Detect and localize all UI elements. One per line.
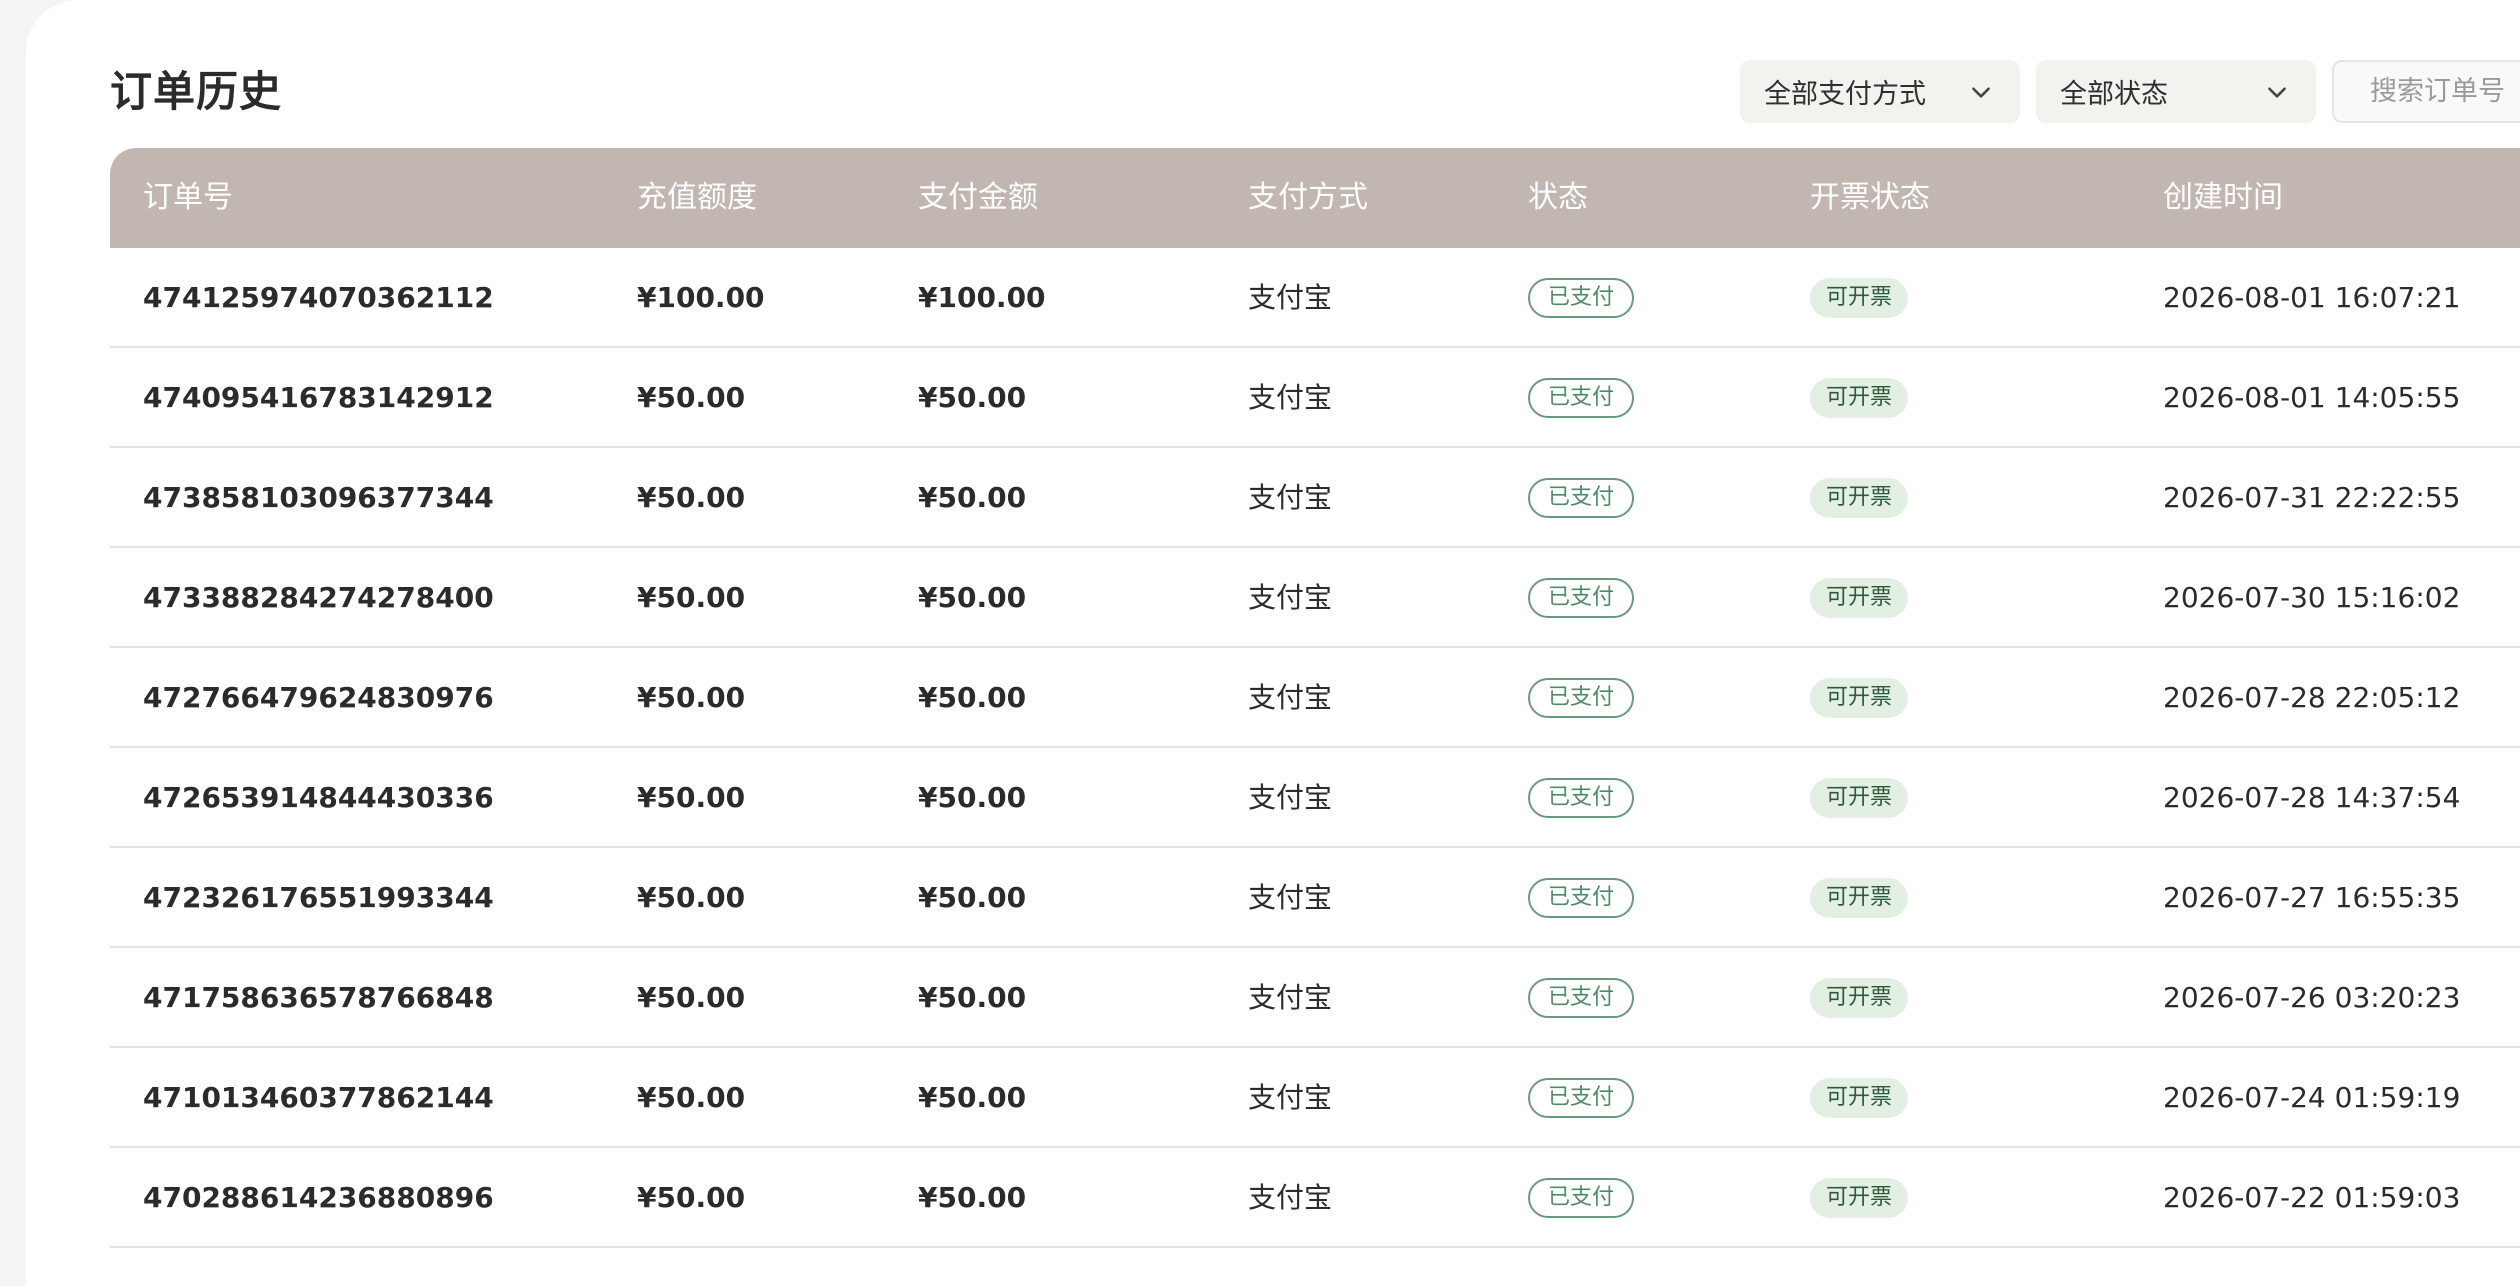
invoice-badge: 可开票 [1810,978,1909,1018]
table-row[interactable]: 473388284274278400 ¥50.00 ¥50.00 支付宝 已支付… [110,548,2520,648]
recharge-cell: ¥50.00 [637,1181,746,1214]
recharge-cell: ¥50.00 [637,481,746,514]
table-row[interactable]: 474095416783142912 ¥50.00 ¥50.00 支付宝 已支付… [110,348,2520,448]
orders-table: 订单号 充值额度 支付金额 支付方式 状态 开票状态 创建时间 47412597… [110,148,2520,1248]
order-id-cell: 471013460377862144 [143,1081,494,1114]
method-cell: 支付宝 [1248,481,1333,514]
table-row[interactable]: 470288614236880896 ¥50.00 ¥50.00 支付宝 已支付… [110,1148,2520,1248]
invoice-badge: 可开票 [1810,1078,1909,1118]
created-cell: 2026-07-26 03:20:23 [2163,981,2461,1014]
order-id-cell: 471758636578766848 [143,981,494,1014]
invoice-badge: 可开票 [1810,1178,1909,1218]
status-badge: 已支付 [1528,378,1635,418]
column-header-invoice: 开票状态 [1810,180,1930,215]
status-badge: 已支付 [1528,878,1635,918]
recharge-cell: ¥50.00 [637,881,746,914]
payment-method-select-value: 全部支付方式 [1764,79,1926,110]
created-cell: 2026-07-30 15:16:02 [2163,581,2461,614]
table-row[interactable]: 474125974070362112 ¥100.00 ¥100.00 支付宝 已… [110,248,2520,348]
status-badge: 已支付 [1528,578,1635,618]
column-header-created: 创建时间 [2163,180,2283,215]
column-header-order-id: 订单号 [143,180,233,215]
orders-card: 订单历史 全部支付方式 全部状态 订单号 充值额度 支付金额 支付方式 状态 开… [26,0,2520,1286]
recharge-cell: ¥100.00 [637,281,765,314]
status-badge: 已支付 [1528,478,1635,518]
table-row[interactable]: 471013460377862144 ¥50.00 ¥50.00 支付宝 已支付… [110,1048,2520,1148]
chevron-down-icon [2268,86,2286,98]
created-cell: 2026-07-24 01:59:19 [2163,1081,2461,1114]
order-id-cell: 474125974070362112 [143,281,494,314]
created-cell: 2026-07-27 16:55:35 [2163,881,2461,914]
order-id-cell: 472326176551993344 [143,881,494,914]
method-cell: 支付宝 [1248,1081,1333,1114]
recharge-cell: ¥50.00 [637,581,746,614]
status-badge: 已支付 [1528,778,1635,818]
method-cell: 支付宝 [1248,381,1333,414]
created-cell: 2026-07-31 22:22:55 [2163,481,2461,514]
search-input[interactable] [2370,71,2520,112]
table-row[interactable]: 471758636578766848 ¥50.00 ¥50.00 支付宝 已支付… [110,948,2520,1048]
status-badge: 已支付 [1528,1078,1635,1118]
amount-cell: ¥50.00 [918,881,1027,914]
status-badge: 已支付 [1528,678,1635,718]
table-row[interactable]: 473858103096377344 ¥50.00 ¥50.00 支付宝 已支付… [110,448,2520,548]
invoice-badge: 可开票 [1810,478,1909,518]
created-cell: 2026-07-22 01:59:03 [2163,1181,2461,1214]
amount-cell: ¥50.00 [918,381,1027,414]
invoice-badge: 可开票 [1810,378,1909,418]
method-cell: 支付宝 [1248,881,1333,914]
recharge-cell: ¥50.00 [637,1081,746,1114]
column-header-status: 状态 [1528,180,1588,215]
created-cell: 2026-07-28 22:05:12 [2163,681,2461,714]
invoice-badge: 可开票 [1810,878,1909,918]
order-id-cell: 472653914844430336 [143,781,494,814]
amount-cell: ¥50.00 [918,781,1027,814]
payment-method-select[interactable]: 全部支付方式 [1740,60,2020,123]
status-badge: 已支付 [1528,978,1635,1018]
created-cell: 2026-08-01 16:07:21 [2163,281,2461,314]
method-cell: 支付宝 [1248,581,1333,614]
column-header-method: 支付方式 [1248,180,1368,215]
recharge-cell: ¥50.00 [637,981,746,1014]
status-badge: 已支付 [1528,278,1635,318]
order-id-cell: 473388284274278400 [143,581,494,614]
invoice-badge: 可开票 [1810,678,1909,718]
search-box[interactable] [2332,60,2520,123]
table-header: 订单号 充值额度 支付金额 支付方式 状态 开票状态 创建时间 [110,148,2520,248]
order-id-cell: 474095416783142912 [143,381,494,414]
status-select-value: 全部状态 [2060,79,2168,110]
page-title: 订单历史 [110,67,283,116]
method-cell: 支付宝 [1248,781,1333,814]
order-id-cell: 473858103096377344 [143,481,494,514]
recharge-cell: ¥50.00 [637,781,746,814]
amount-cell: ¥50.00 [918,581,1027,614]
invoice-badge: 可开票 [1810,278,1909,318]
order-id-cell: 470288614236880896 [143,1181,494,1214]
amount-cell: ¥100.00 [918,281,1046,314]
recharge-cell: ¥50.00 [637,381,746,414]
invoice-badge: 可开票 [1810,578,1909,618]
amount-cell: ¥50.00 [918,481,1027,514]
table-row[interactable]: 472653914844430336 ¥50.00 ¥50.00 支付宝 已支付… [110,748,2520,848]
table-row[interactable]: 472326176551993344 ¥50.00 ¥50.00 支付宝 已支付… [110,848,2520,948]
amount-cell: ¥50.00 [918,1081,1027,1114]
amount-cell: ¥50.00 [918,981,1027,1014]
status-badge: 已支付 [1528,1178,1635,1218]
chevron-down-icon [1972,86,1990,98]
invoice-badge: 可开票 [1810,778,1909,818]
amount-cell: ¥50.00 [918,1181,1027,1214]
amount-cell: ¥50.00 [918,681,1027,714]
created-cell: 2026-07-28 14:37:54 [2163,781,2461,814]
table-row[interactable]: 472766479624830976 ¥50.00 ¥50.00 支付宝 已支付… [110,648,2520,748]
method-cell: 支付宝 [1248,981,1333,1014]
column-header-amount: 支付金额 [918,180,1038,215]
created-cell: 2026-08-01 14:05:55 [2163,381,2461,414]
method-cell: 支付宝 [1248,1181,1333,1214]
method-cell: 支付宝 [1248,681,1333,714]
status-select[interactable]: 全部状态 [2036,60,2316,123]
recharge-cell: ¥50.00 [637,681,746,714]
column-header-recharge: 充值额度 [637,180,757,215]
method-cell: 支付宝 [1248,281,1333,314]
order-id-cell: 472766479624830976 [143,681,494,714]
